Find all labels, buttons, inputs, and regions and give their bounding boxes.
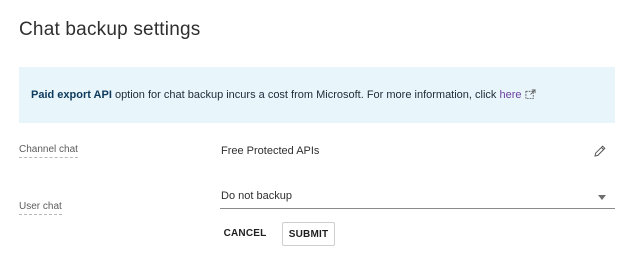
- banner-text: option for chat backup incurs a cost fro…: [111, 89, 500, 101]
- user-chat-select[interactable]: Do not backup: [220, 186, 615, 209]
- user-chat-selected-value: Do not backup: [221, 190, 292, 202]
- external-link-icon[interactable]: [525, 89, 536, 100]
- banner-message: Paid export API option for chat backup i…: [31, 89, 536, 101]
- channel-chat-value: Free Protected APIs: [221, 145, 320, 157]
- cancel-button[interactable]: CANCEL: [220, 222, 270, 244]
- info-banner: Paid export API option for chat backup i…: [19, 67, 615, 123]
- banner-bold-text: Paid export API: [31, 89, 112, 101]
- channel-chat-label: Channel chat: [19, 144, 78, 158]
- submit-button[interactable]: SUBMIT: [282, 222, 335, 246]
- banner-link-here[interactable]: here: [499, 89, 521, 101]
- caret-down-icon[interactable]: [598, 195, 606, 200]
- page-title: Chat backup settings: [19, 19, 201, 40]
- pencil-icon[interactable]: [593, 144, 607, 158]
- user-chat-label: User chat: [19, 201, 62, 215]
